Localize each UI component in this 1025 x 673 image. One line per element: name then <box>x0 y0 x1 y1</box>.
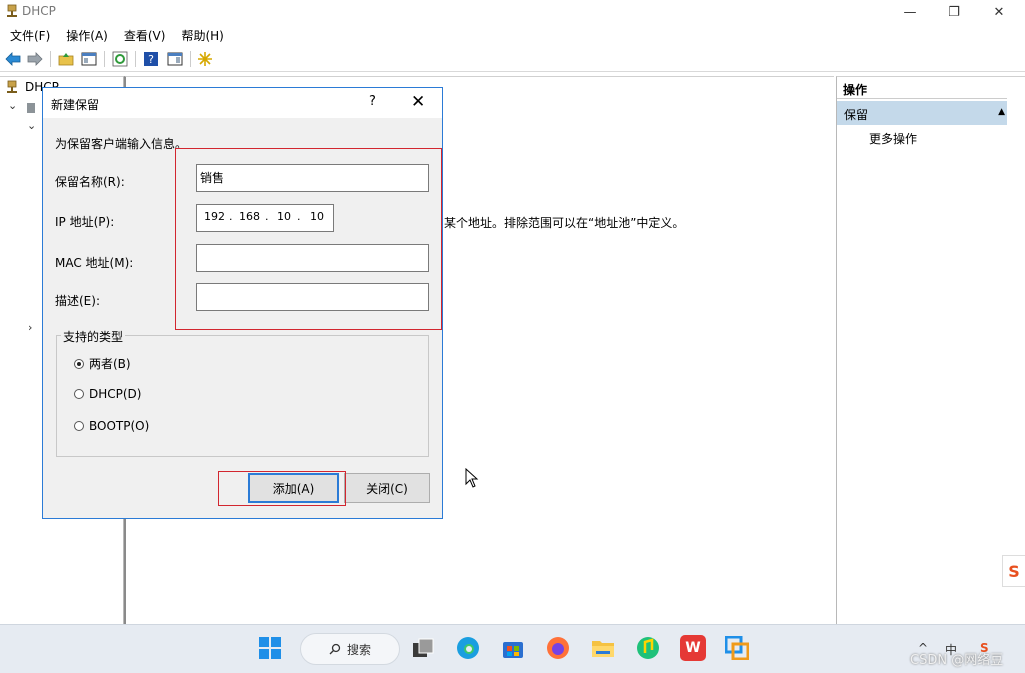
reservation-name-input[interactable]: 销售 <box>196 164 429 192</box>
maximize-button[interactable]: ❐ <box>931 0 977 24</box>
help-icon[interactable]: ? <box>369 94 376 109</box>
radio-button[interactable] <box>74 389 84 399</box>
reservation-name-label: 保留名称(R): <box>55 175 125 189</box>
chevron-down-icon[interactable]: ⌄ <box>8 99 17 112</box>
radio-label-bootp: BOOTP(O) <box>89 419 150 433</box>
description-label: 描述(E): <box>55 294 100 308</box>
add-button[interactable]: 添加(A) <box>248 473 339 503</box>
mouse-cursor-icon <box>465 468 479 488</box>
firefox-icon[interactable] <box>545 635 571 661</box>
menu-bar: 文件(F) 操作(A) 查看(V) 帮助(H) <box>0 24 1025 44</box>
more-actions-link[interactable]: 更多操作 <box>869 130 917 147</box>
wps-office-icon[interactable]: W <box>680 635 706 661</box>
radio-option-bootp[interactable]: BOOTP(O) <box>74 419 149 433</box>
svg-text:?: ? <box>148 53 154 66</box>
actions-pane: 操作 保留 ▲ 更多操作 <box>836 76 1025 624</box>
description-input[interactable] <box>196 283 429 311</box>
dialog-titlebar: 新建保留 ? ✕ <box>43 88 442 118</box>
refresh-icon[interactable] <box>111 50 129 68</box>
result-pane-description: 某个地址。排除范围可以在“地址池”中定义。 <box>444 216 685 230</box>
supported-types-legend: 支持的类型 <box>61 328 126 345</box>
dhcp-app-icon <box>7 4 17 17</box>
menu-action[interactable]: 操作(A) <box>56 24 114 44</box>
music-app-icon[interactable] <box>635 635 661 661</box>
server-icon <box>27 103 35 113</box>
chevron-down-icon[interactable]: ⌄ <box>27 119 36 132</box>
toolbar-separator <box>190 51 191 67</box>
radio-label-dhcp: DHCP(D) <box>89 387 142 401</box>
window-titlebar: DHCP — ❐ ✕ <box>0 0 1025 24</box>
mac-address-label: MAC 地址(M): <box>55 256 134 270</box>
minimize-button[interactable]: — <box>887 0 933 24</box>
ime-floating-icon[interactable]: S <box>1002 555 1025 587</box>
forward-arrow-icon[interactable] <box>26 50 44 68</box>
radio-option-dhcp[interactable]: DHCP(D) <box>74 387 141 401</box>
actions-section-reservation[interactable]: 保留 ▲ <box>837 101 1007 125</box>
ip-octet-1[interactable]: 192 <box>204 210 225 223</box>
actions-header: 操作 <box>837 77 1007 99</box>
ip-octet-3[interactable]: 10 <box>277 210 291 223</box>
back-arrow-icon[interactable] <box>4 50 22 68</box>
taskbar-search-label: 搜索 <box>346 642 371 657</box>
toolbar-separator <box>50 51 51 67</box>
chevron-right-icon[interactable]: › <box>28 321 32 334</box>
taskbar: 搜索 W ^ 中 S <box>0 624 1025 673</box>
mac-address-input[interactable] <box>196 244 429 272</box>
dialog-intro-text: 为保留客户端输入信息。 <box>55 137 188 151</box>
csdn-watermark: CSDN @网络豆 <box>910 653 1004 668</box>
close-window-button[interactable]: ✕ <box>976 0 1022 24</box>
file-explorer-icon[interactable] <box>590 635 616 661</box>
ip-octet-4[interactable]: 10 <box>310 210 324 223</box>
vmware-icon[interactable] <box>724 635 750 661</box>
store-icon[interactable] <box>500 635 526 661</box>
new-reservation-dialog: 新建保留 ? ✕ 为保留客户端输入信息。 保留名称(R): 销售 IP 地址(P… <box>42 87 443 519</box>
toolbar-separator <box>135 51 136 67</box>
ip-dot: . <box>297 210 301 223</box>
show-action-pane-icon[interactable] <box>166 50 184 68</box>
menu-file[interactable]: 文件(F) <box>0 24 56 44</box>
collapse-triangle-icon[interactable]: ▲ <box>998 107 1005 117</box>
edge-browser-icon[interactable] <box>455 635 481 661</box>
new-star-icon[interactable] <box>196 50 214 68</box>
ip-octet-2[interactable]: 168 <box>239 210 260 223</box>
menu-help[interactable]: 帮助(H) <box>171 24 229 44</box>
start-windows-icon[interactable] <box>257 635 283 661</box>
menu-view[interactable]: 查看(V) <box>114 24 172 44</box>
up-folder-icon[interactable] <box>57 50 75 68</box>
close-dialog-button[interactable]: 关闭(C) <box>344 473 430 503</box>
radio-button-checked[interactable] <box>74 358 84 369</box>
dhcp-tree-icon <box>7 80 17 93</box>
search-icon <box>329 643 341 655</box>
window-title: DHCP <box>22 4 56 18</box>
taskbar-search[interactable]: 搜索 <box>300 633 400 665</box>
actions-section-label: 保留 <box>844 108 869 122</box>
dialog-title: 新建保留 <box>51 98 100 112</box>
toolbar-separator <box>104 51 105 67</box>
close-icon[interactable]: ✕ <box>411 92 425 112</box>
help-icon[interactable]: ? <box>142 50 160 68</box>
radio-option-both[interactable]: 两者(B) <box>74 355 131 372</box>
ip-address-label: IP 地址(P): <box>55 215 115 229</box>
radio-label-both: 两者(B) <box>89 357 131 371</box>
ip-dot: . <box>265 210 269 223</box>
ip-dot: . <box>229 210 233 223</box>
radio-button[interactable] <box>74 421 84 431</box>
show-tree-icon[interactable] <box>80 50 98 68</box>
ip-address-input[interactable]: 192 . 168 . 10 . 10 <box>196 204 334 232</box>
task-view-icon[interactable] <box>410 635 436 661</box>
toolbar: ? <box>0 46 1025 72</box>
